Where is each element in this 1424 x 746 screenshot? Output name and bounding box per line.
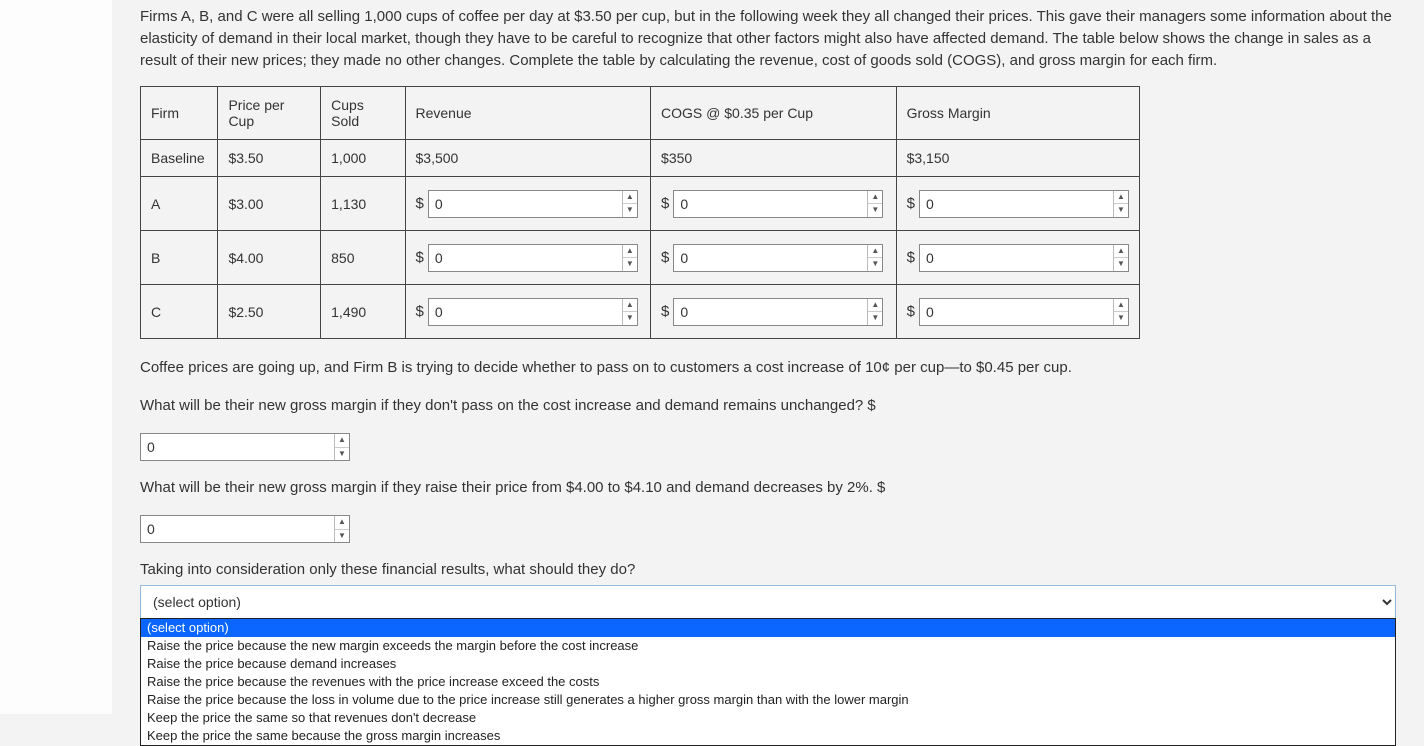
dollar-sign: $	[907, 249, 915, 266]
cogs-field[interactable]	[674, 299, 867, 325]
step-up-icon[interactable]: ▲	[868, 299, 882, 313]
revenue-input-b[interactable]: ▲▼	[428, 244, 638, 272]
gm-field[interactable]	[920, 191, 1113, 217]
q1-field[interactable]	[141, 434, 334, 460]
gm-input-c[interactable]: ▲▼	[919, 298, 1129, 326]
revenue-input-c[interactable]: ▲▼	[428, 298, 638, 326]
list-item[interactable]: Raise the price because the new margin e…	[141, 637, 1395, 655]
dollar-sign: $	[661, 303, 669, 320]
cups-cell: 1,130	[321, 177, 405, 231]
cogs-field[interactable]	[674, 245, 867, 271]
col-firm: Firm	[141, 87, 218, 140]
col-price: Price per Cup	[218, 87, 321, 140]
firm-label: A	[141, 177, 218, 231]
cogs-input-c[interactable]: ▲▼	[673, 298, 883, 326]
decision-listbox[interactable]: (select option) Raise the price because …	[140, 618, 1396, 746]
col-cogs: COGS @ $0.35 per Cup	[651, 87, 897, 140]
baseline-rev: $3,500	[405, 140, 651, 177]
step-up-icon[interactable]: ▲	[623, 191, 637, 205]
table-row: A $3.00 1,130 $ ▲▼ $ ▲▼ $	[141, 177, 1140, 231]
question-body: Firms A, B, and C were all selling 1,000…	[140, 0, 1410, 619]
baseline-price: $3.50	[218, 140, 321, 177]
step-down-icon[interactable]: ▼	[868, 204, 882, 217]
step-up-icon[interactable]: ▲	[868, 245, 882, 259]
firm-label: C	[141, 285, 218, 339]
step-down-icon[interactable]: ▼	[868, 312, 882, 325]
table-row: B $4.00 850 $ ▲▼ $ ▲▼ $	[141, 231, 1140, 285]
list-item[interactable]: Keep the price the same because the gros…	[141, 727, 1395, 745]
revenue-field[interactable]	[429, 299, 622, 325]
step-up-icon[interactable]: ▲	[335, 434, 349, 448]
step-up-icon[interactable]: ▲	[868, 191, 882, 205]
step-up-icon[interactable]: ▲	[623, 299, 637, 313]
step-up-icon[interactable]: ▲	[1114, 191, 1128, 205]
step-down-icon[interactable]: ▼	[1114, 312, 1128, 325]
step-up-icon[interactable]: ▲	[1114, 299, 1128, 313]
table-header-row: Firm Price per Cup Cups Sold Revenue COG…	[141, 87, 1140, 140]
col-rev: Revenue	[405, 87, 651, 140]
step-down-icon[interactable]: ▼	[1114, 258, 1128, 271]
decision-select[interactable]: (select option)	[140, 585, 1396, 619]
dollar-sign: $	[907, 195, 915, 212]
price-cell: $3.00	[218, 177, 321, 231]
step-down-icon[interactable]: ▼	[335, 530, 349, 543]
step-up-icon[interactable]: ▲	[623, 245, 637, 259]
gm-input-b[interactable]: ▲▼	[919, 244, 1129, 272]
step-down-icon[interactable]: ▼	[623, 258, 637, 271]
dollar-sign: $	[416, 195, 424, 212]
question-1: What will be their new gross margin if t…	[140, 395, 1410, 417]
step-down-icon[interactable]: ▼	[335, 448, 349, 461]
q2-field[interactable]	[141, 516, 334, 542]
step-down-icon[interactable]: ▼	[623, 312, 637, 325]
price-cell: $2.50	[218, 285, 321, 339]
question-2: What will be their new gross margin if t…	[140, 477, 1410, 499]
question-2-text: What will be their new gross margin if t…	[140, 479, 885, 496]
baseline-cogs: $350	[651, 140, 897, 177]
baseline-firm: Baseline	[141, 140, 218, 177]
table-row: C $2.50 1,490 $ ▲▼ $ ▲▼ $	[141, 285, 1140, 339]
gm-field[interactable]	[920, 245, 1113, 271]
step-up-icon[interactable]: ▲	[335, 516, 349, 530]
question-1-text: What will be their new gross margin if t…	[140, 397, 876, 414]
question-3: Taking into consideration only these fin…	[140, 559, 1410, 581]
q2-input[interactable]: ▲▼	[140, 515, 350, 543]
firms-table: Firm Price per Cup Cups Sold Revenue COG…	[140, 86, 1140, 339]
cogs-field[interactable]	[674, 191, 867, 217]
price-cell: $4.00	[218, 231, 321, 285]
gm-input-a[interactable]: ▲▼	[919, 190, 1129, 218]
cogs-input-b[interactable]: ▲▼	[673, 244, 883, 272]
baseline-row: Baseline $3.50 1,000 $3,500 $350 $3,150	[141, 140, 1140, 177]
cups-cell: 1,490	[321, 285, 405, 339]
dollar-sign: $	[661, 195, 669, 212]
step-up-icon[interactable]: ▲	[1114, 245, 1128, 259]
scenario-paragraph: Coffee prices are going up, and Firm B i…	[140, 357, 1410, 379]
cogs-input-a[interactable]: ▲▼	[673, 190, 883, 218]
baseline-cups: 1,000	[321, 140, 405, 177]
q1-input[interactable]: ▲▼	[140, 433, 350, 461]
revenue-field[interactable]	[429, 191, 622, 217]
gm-field[interactable]	[920, 299, 1113, 325]
col-cups: Cups Sold	[321, 87, 405, 140]
list-item[interactable]: (select option)	[141, 619, 1395, 637]
dollar-sign: $	[416, 303, 424, 320]
left-margin-panel	[0, 0, 112, 714]
col-gm: Gross Margin	[896, 87, 1139, 140]
baseline-gm: $3,150	[896, 140, 1139, 177]
step-down-icon[interactable]: ▼	[623, 204, 637, 217]
dollar-sign: $	[661, 249, 669, 266]
list-item[interactable]: Raise the price because the revenues wit…	[141, 673, 1395, 691]
firm-label: B	[141, 231, 218, 285]
list-item[interactable]: Keep the price the same so that revenues…	[141, 709, 1395, 727]
step-down-icon[interactable]: ▼	[1114, 204, 1128, 217]
list-item[interactable]: Raise the price because the loss in volu…	[141, 691, 1395, 709]
dollar-sign: $	[907, 303, 915, 320]
list-item[interactable]: Raise the price because demand increases	[141, 655, 1395, 673]
revenue-field[interactable]	[429, 245, 622, 271]
step-down-icon[interactable]: ▼	[868, 258, 882, 271]
intro-paragraph: Firms A, B, and C were all selling 1,000…	[140, 6, 1410, 72]
cups-cell: 850	[321, 231, 405, 285]
dollar-sign: $	[416, 249, 424, 266]
revenue-input-a[interactable]: ▲▼	[428, 190, 638, 218]
